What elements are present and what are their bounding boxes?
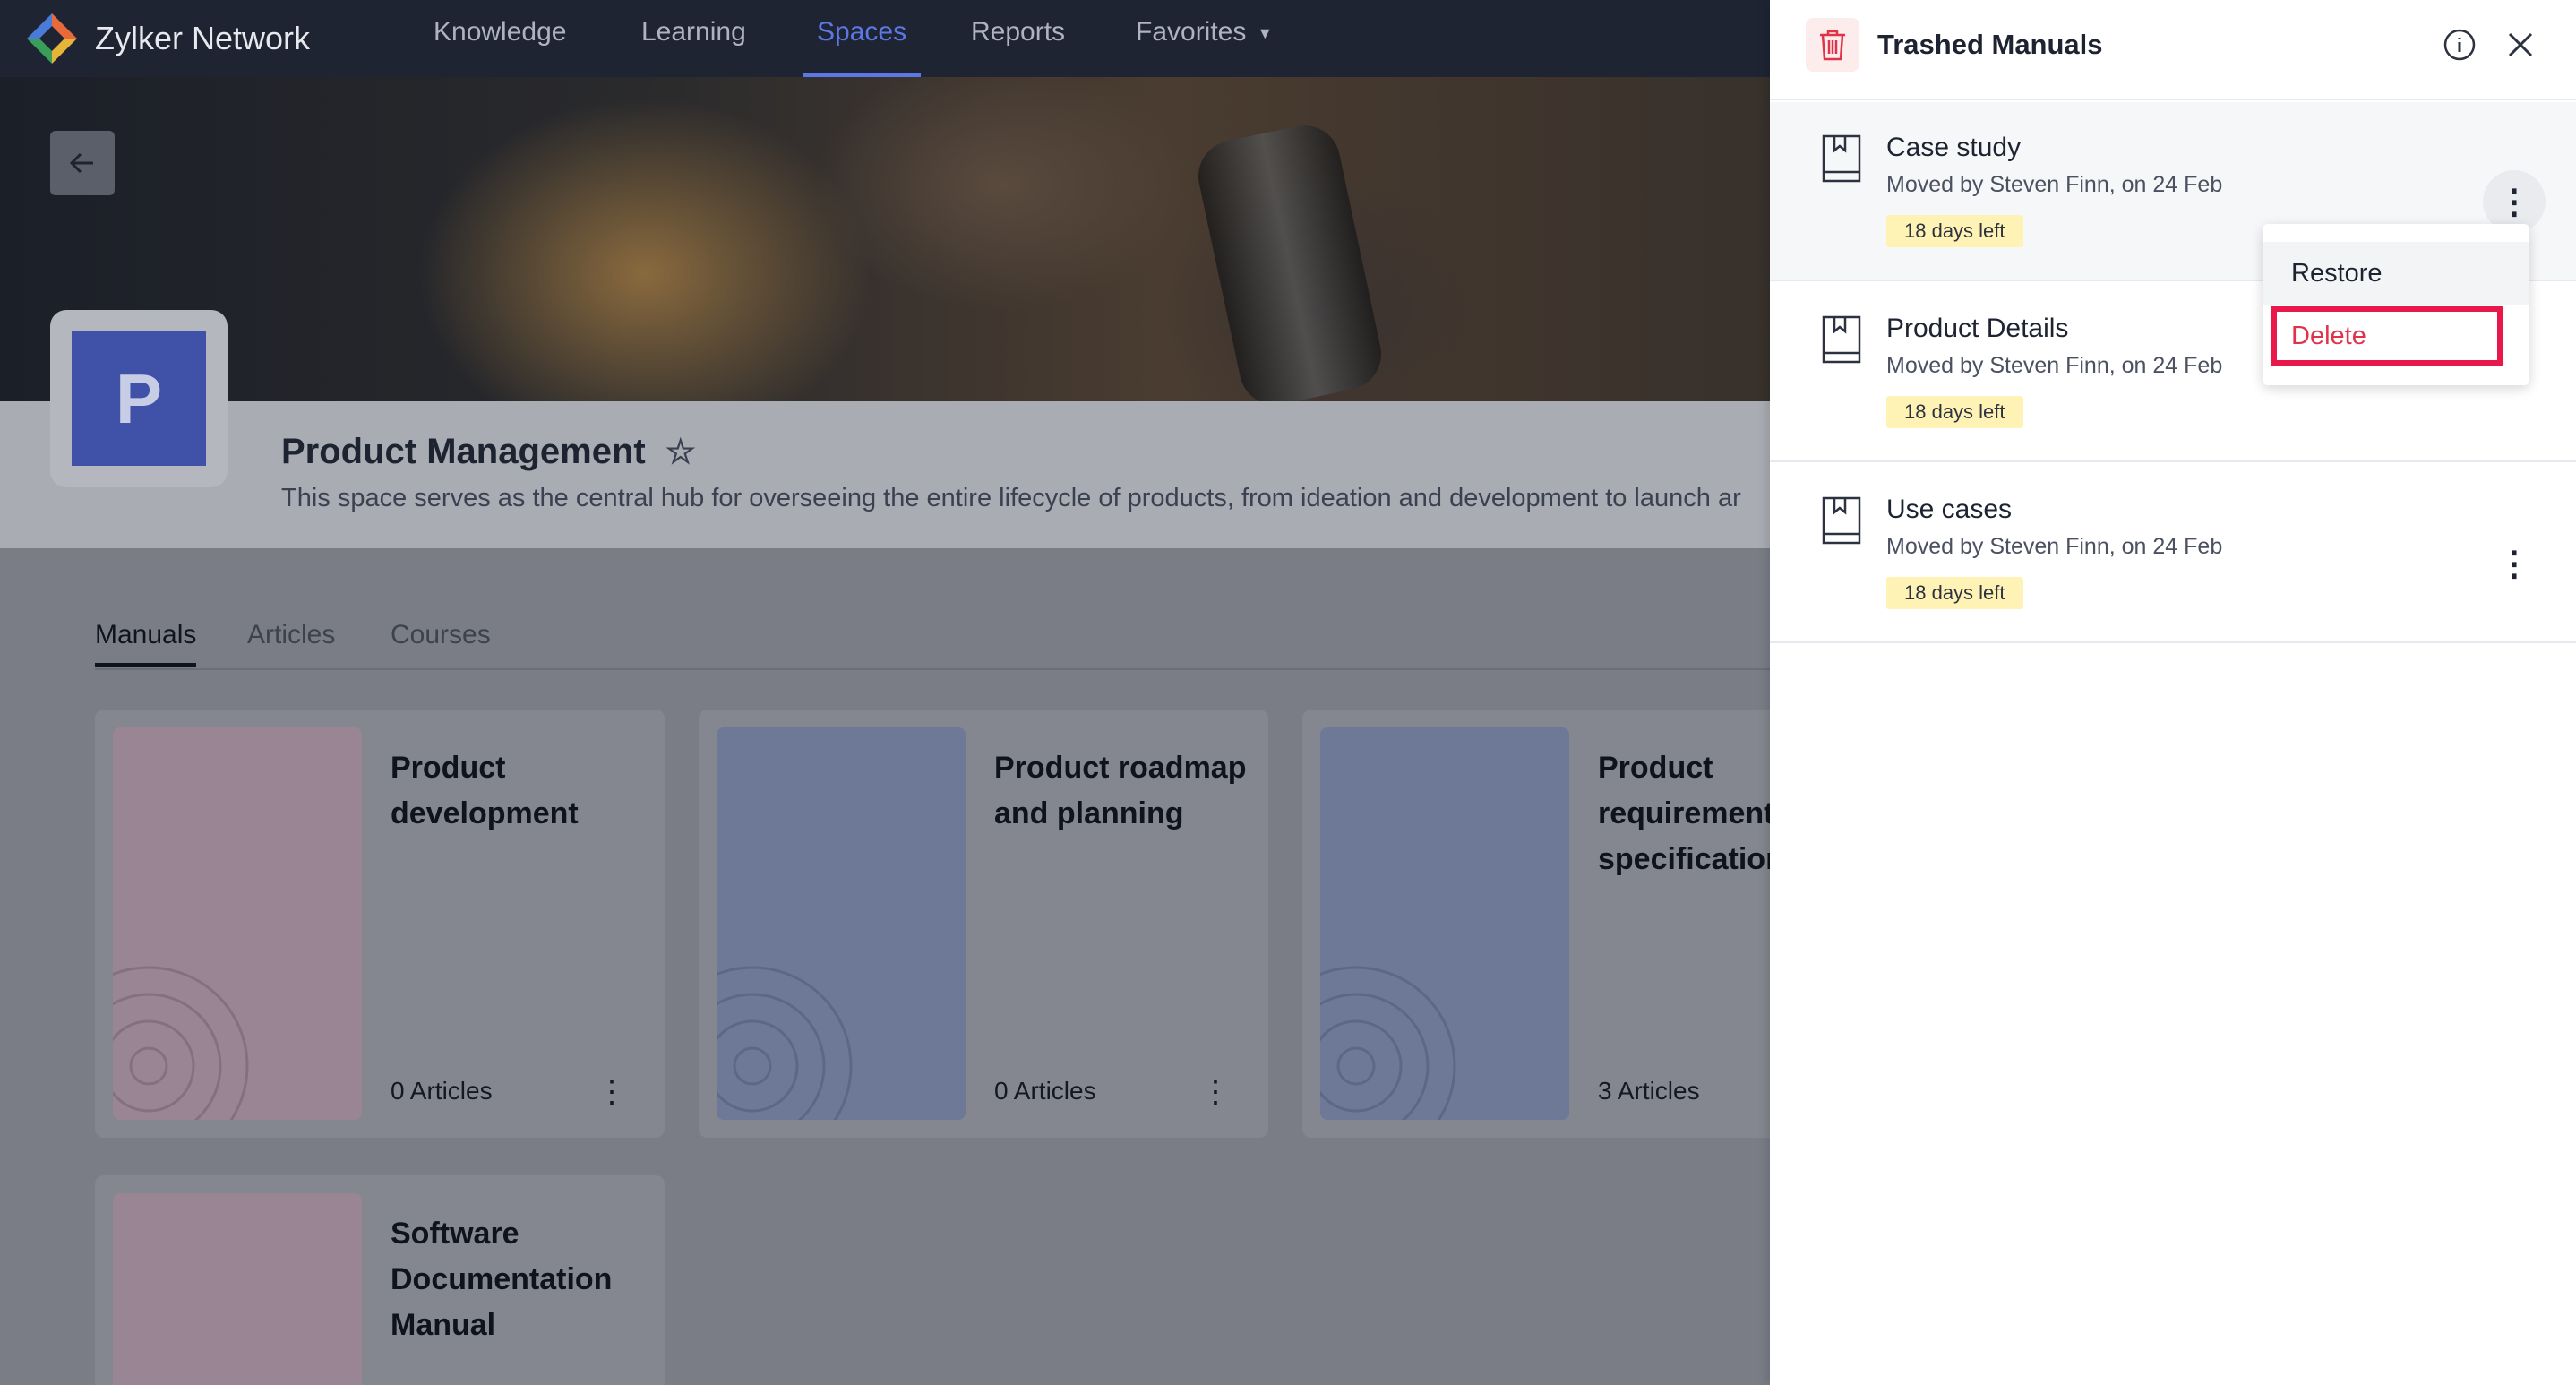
space-title-row: Product Management ☆ [281, 432, 696, 472]
mandala-pattern-icon [113, 966, 249, 1120]
more-options-icon[interactable]: ⋮ [2483, 532, 2546, 595]
drawer-title: Trashed Manuals [1877, 29, 2103, 60]
item-meta: Moved by Steven Finn, on 24 Feb [1886, 172, 2223, 197]
drawer-header: Trashed Manuals [1770, 0, 2576, 100]
manual-card[interactable]: Software Documentation Manual [95, 1175, 665, 1385]
nav-favorites[interactable]: Favorites ▼ [1136, 0, 1273, 77]
days-left-badge: 18 days left [1886, 396, 2023, 428]
item-meta: Moved by Steven Finn, on 24 Feb [1886, 534, 2223, 559]
more-options-icon[interactable]: ⋮ [597, 1077, 627, 1107]
nav-knowledge[interactable]: Knowledge [434, 0, 566, 77]
manual-title: Product roadmap and planning [994, 751, 1247, 830]
chevron-down-icon: ▼ [1257, 24, 1274, 43]
item-name: Product Details [1886, 314, 2069, 343]
manual-title: Product development [391, 751, 579, 830]
days-left-badge: 18 days left [1886, 577, 2023, 609]
manual-book-icon [1822, 134, 1861, 183]
manual-card[interactable]: Product development 0 Articles ⋮ [95, 710, 665, 1138]
tab-manuals[interactable]: Manuals [95, 620, 197, 667]
manual-card[interactable]: Product requirements specification 3 Art… [1302, 710, 1777, 1138]
nav-spaces[interactable]: Spaces [803, 0, 922, 77]
cover-decoration [1191, 118, 1388, 401]
trashed-item[interactable]: Use cases Moved by Steven Finn, on 24 Fe… [1770, 464, 2576, 643]
item-name: Case study [1886, 133, 2022, 162]
tabs-divider [95, 668, 1770, 670]
back-button[interactable] [50, 131, 115, 195]
delete-highlight-box [2271, 306, 2503, 366]
brand-logo-icon [25, 12, 79, 65]
manual-book-icon [1822, 315, 1861, 364]
brand[interactable]: Zylker Network [25, 5, 310, 72]
restore-menu-item[interactable]: Restore [2263, 242, 2529, 305]
star-icon[interactable]: ☆ [665, 432, 696, 472]
space-title: Product Management [281, 432, 646, 471]
trashed-manuals-drawer: Trashed Manuals Case study Moved by Stev… [1770, 0, 2576, 1385]
manual-cover [113, 1193, 362, 1385]
manual-cover [717, 727, 966, 1120]
nav-reports[interactable]: Reports [971, 0, 1065, 77]
days-left-badge: 18 days left [1886, 215, 2023, 247]
brand-name: Zylker Network [95, 20, 311, 56]
info-button[interactable] [2442, 27, 2477, 63]
mandala-pattern-icon [717, 966, 853, 1120]
tab-courses[interactable]: Courses [391, 620, 491, 650]
item-name: Use cases [1886, 495, 2013, 524]
manual-cover [113, 727, 362, 1120]
manual-article-count: 0 Articles [391, 1077, 493, 1105]
more-options-icon[interactable]: ⋮ [1200, 1077, 1231, 1107]
manual-title: Product requirements specification [1598, 751, 1777, 876]
nav-learning[interactable]: Learning [641, 0, 746, 77]
manual-book-icon [1822, 496, 1861, 545]
close-icon [2508, 32, 2533, 57]
close-button[interactable] [2503, 27, 2538, 63]
manual-article-count: 0 Articles [994, 1077, 1096, 1105]
nav-favorites-label: Favorites [1136, 17, 1247, 47]
space-description: This space serves as the central hub for… [281, 484, 1741, 512]
arrow-left-icon [69, 152, 93, 174]
manual-card[interactable]: Product roadmap and planning 0 Articles … [699, 710, 1268, 1138]
info-icon [2443, 29, 2476, 61]
item-meta: Moved by Steven Finn, on 24 Feb [1886, 353, 2223, 378]
trash-badge [1806, 18, 1859, 72]
space-avatar: P [72, 331, 206, 466]
trash-icon [1820, 30, 1845, 61]
manual-title: Software Documentation Manual [391, 1217, 613, 1342]
tab-articles[interactable]: Articles [247, 620, 335, 650]
manual-cover [1320, 727, 1569, 1120]
mandala-pattern-icon [1320, 966, 1456, 1120]
manual-article-count: 3 Articles [1598, 1077, 1700, 1105]
